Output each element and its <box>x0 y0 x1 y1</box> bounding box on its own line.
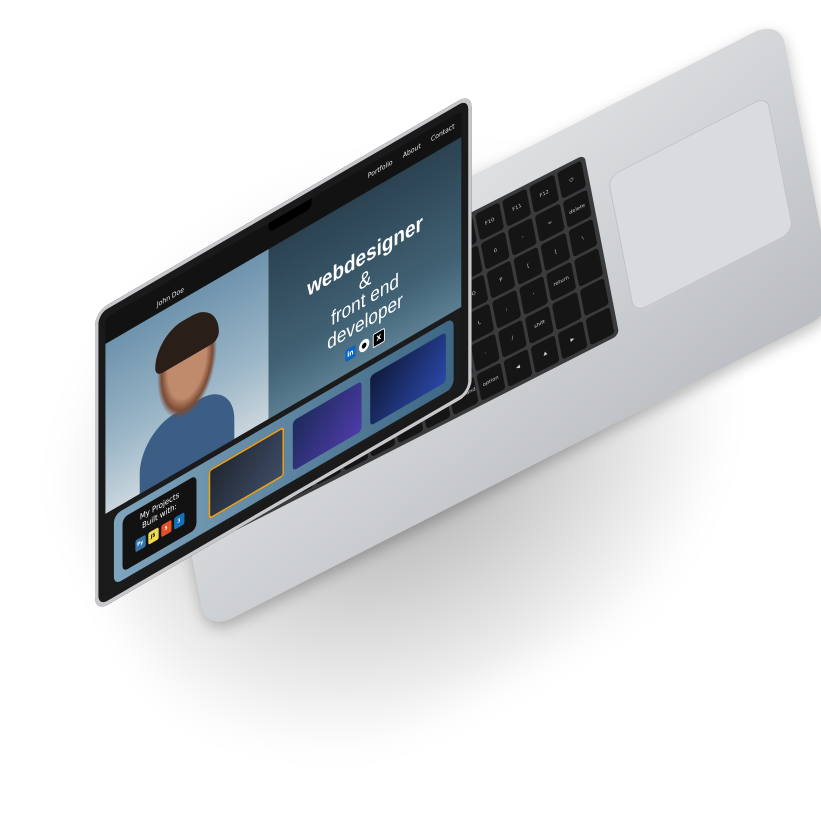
laptop-scene: escF1F2F3F4F5F6F7F8F9F10F11F12⏻~12345678… <box>0 0 821 785</box>
nav-link-about[interactable]: About <box>403 142 421 160</box>
x-icon[interactable]: X <box>372 327 385 349</box>
html5-icon: 5 <box>160 519 172 538</box>
css3-icon: 3 <box>173 512 185 531</box>
linkedin-icon[interactable]: in <box>345 344 356 363</box>
nav-link-contact[interactable]: Contact <box>431 122 454 144</box>
trackpad[interactable] <box>607 95 794 314</box>
javascript-icon: JS <box>147 527 159 546</box>
nav-link-portfolio[interactable]: Portfolio <box>368 158 393 180</box>
github-icon[interactable]: ● <box>359 336 370 355</box>
python-icon: Py <box>134 534 146 553</box>
